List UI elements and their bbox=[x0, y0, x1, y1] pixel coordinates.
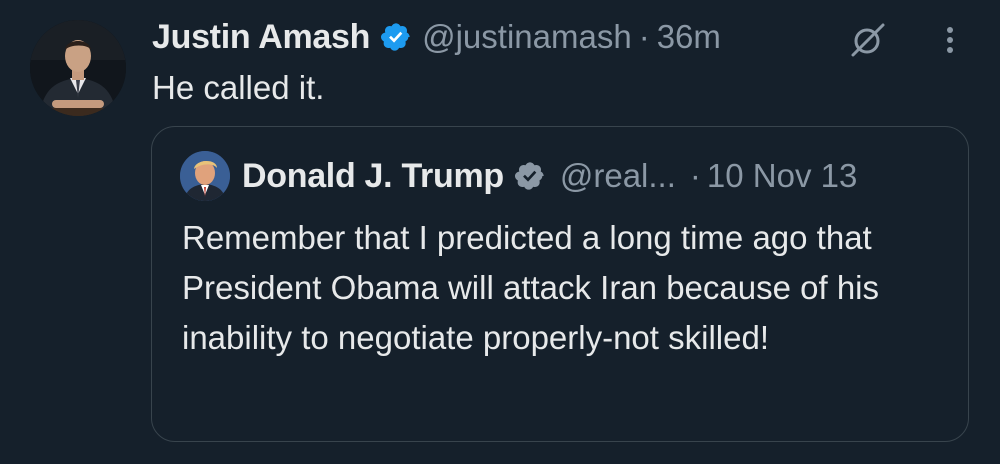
author-name[interactable]: Justin Amash bbox=[152, 18, 370, 57]
author-handle[interactable]: @justinamash bbox=[422, 18, 632, 56]
more-options-icon[interactable] bbox=[940, 22, 960, 58]
quoted-tweet[interactable]: Donald J. Trump @real... · 10 Nov 13 Rem… bbox=[151, 126, 969, 442]
verified-badge-icon[interactable] bbox=[380, 21, 412, 53]
tweet[interactable]: Justin Amash @justinamash · 36m He calle… bbox=[0, 0, 1000, 464]
quoted-author-name[interactable]: Donald J. Trump bbox=[242, 157, 504, 196]
quoted-separator-dot: · bbox=[689, 157, 701, 194]
gray-verified-badge-icon[interactable] bbox=[514, 160, 546, 192]
quoted-tweet-text: Remember that I predicted a long time ag… bbox=[182, 219, 880, 356]
quoted-tweet-date[interactable]: 10 Nov 13 bbox=[707, 157, 857, 195]
separator-dot: · bbox=[638, 18, 650, 55]
grok-icon[interactable] bbox=[848, 20, 888, 60]
quoted-author-avatar[interactable] bbox=[180, 151, 230, 201]
tweet-timestamp[interactable]: 36m bbox=[657, 18, 721, 56]
quoted-tweet-header: Donald J. Trump @real... · 10 Nov 13 bbox=[242, 153, 857, 199]
tweet-text: He called it. bbox=[152, 69, 325, 106]
tweet-header: Justin Amash @justinamash · 36m bbox=[152, 14, 721, 60]
quoted-author-handle[interactable]: @real... bbox=[560, 157, 676, 195]
author-avatar[interactable] bbox=[30, 20, 126, 116]
